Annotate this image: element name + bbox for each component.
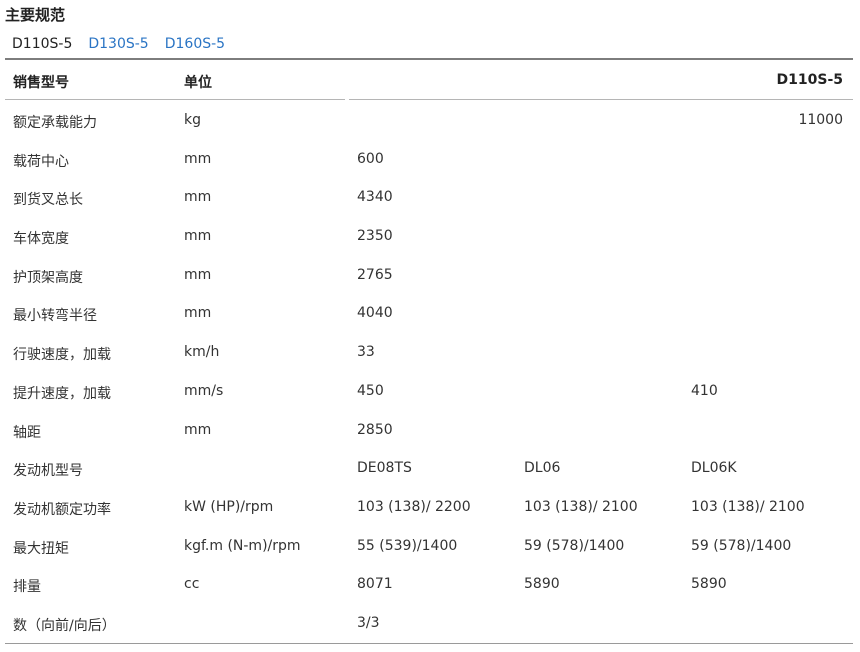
table-row: 发动机型号 DE08TS DL06 DL06K: [5, 449, 853, 488]
row-unit: mm: [184, 150, 212, 167]
table-bottom-rule: [5, 643, 853, 644]
row-value-1: 55 (539)/1400: [357, 537, 458, 554]
row-label: 排量: [13, 579, 41, 596]
row-value-2: 59 (578)/1400: [524, 537, 625, 554]
row-label: 数（向前/向后）: [13, 617, 116, 634]
table-row: 最大扭矩 kgf.m (N-m)/rpm 55 (539)/1400 59 (578)…: [5, 527, 853, 566]
row-value-3: 5890: [691, 576, 727, 593]
table-row: 排量 cc 8071 5890 5890: [5, 565, 853, 604]
table-header: 销售型号 单位 D110S-5: [5, 60, 853, 100]
row-value-1: 3/3: [357, 614, 380, 631]
row-value-1: 33: [357, 344, 375, 361]
row-value-2: 103 (138)/ 2100: [524, 498, 638, 515]
row-label: 最小转弯半径: [13, 308, 97, 325]
table-row: 数（向前/向后） 3/3: [5, 604, 853, 643]
row-label: 轴距: [13, 424, 41, 441]
row-unit: mm/s: [184, 382, 224, 399]
row-value-1: 103 (138)/ 2200: [357, 498, 471, 515]
tab-d130s-5[interactable]: D130S-5: [88, 36, 148, 54]
row-value-1: 2850: [357, 421, 393, 438]
row-value-1: 2350: [357, 228, 393, 245]
row-unit: mm: [184, 266, 212, 283]
row-label: 发动机额定功率: [13, 501, 111, 518]
row-label: 最大扭矩: [13, 540, 69, 557]
row-unit: kg: [184, 112, 201, 128]
tab-d110s-5[interactable]: D110S-5: [12, 36, 72, 54]
row-label: 到货叉总长: [13, 192, 83, 209]
row-unit: kW (HP)/rpm: [184, 498, 274, 515]
row-value-1: 450: [357, 382, 384, 399]
row-label: 发动机型号: [13, 463, 83, 480]
row-value-1: 8071: [357, 576, 393, 593]
table-row: 车体宽度 mm 2350: [5, 217, 853, 256]
row-label: 额定承载能力: [13, 115, 97, 131]
row-unit: cc: [184, 576, 200, 593]
row-value-1: DE08TS: [357, 460, 412, 477]
row-label: 车体宽度: [13, 231, 69, 248]
table-row: 额定承载能力 kg 11000: [5, 101, 853, 140]
row-unit: mm: [184, 305, 212, 322]
header-model-label: 销售型号: [13, 75, 69, 91]
row-value-3: 103 (138)/ 2100: [691, 498, 805, 515]
spec-table-body: 额定承载能力 kg 11000 载荷中心 mm 600 到货叉总长 mm 4340 车体宽度…: [5, 101, 853, 643]
header-divider-right: [349, 99, 853, 100]
row-unit: mm: [184, 421, 212, 438]
table-row: 载荷中心 mm 600: [5, 140, 853, 179]
row-unit: mm: [184, 189, 212, 206]
row-value-2: DL06: [524, 460, 561, 477]
table-row: 发动机额定功率 kW (HP)/rpm 103 (138)/ 2200 103 (13…: [5, 488, 853, 527]
row-value-1: 4340: [357, 189, 393, 206]
row-value-1: 4040: [357, 305, 393, 322]
row-value-3: 59 (578)/1400: [691, 537, 792, 554]
page-title: 主要规范: [5, 6, 66, 24]
row-value: 11000: [798, 112, 843, 128]
row-label: 提升速度，加载: [13, 385, 111, 402]
row-unit: kgf.m (N-m)/rpm: [184, 537, 301, 554]
row-value-2: 5890: [524, 576, 560, 593]
row-label: 护顶架高度: [13, 269, 83, 286]
table-row: 轴距 mm 2850: [5, 411, 853, 450]
table-row: 护顶架高度 mm 2765: [5, 256, 853, 295]
row-value-1: 600: [357, 150, 384, 167]
row-value-1: 2765: [357, 266, 393, 283]
row-value-3: DL06K: [691, 460, 737, 477]
header-divider-left: [5, 99, 345, 100]
model-tabs: D110S-5 D130S-5 D160S-5: [12, 36, 225, 54]
row-label: 行驶速度，加载: [13, 347, 111, 364]
row-unit: km/h: [184, 344, 220, 361]
header-unit-label: 单位: [184, 75, 212, 91]
table-row: 最小转弯半径 mm 4040: [5, 294, 853, 333]
header-model-value: D110S-5: [776, 72, 843, 88]
row-value-3: 410: [691, 382, 718, 399]
row-label: 载荷中心: [13, 153, 69, 170]
table-row: 提升速度，加载 mm/s 450 410: [5, 372, 853, 411]
tab-d160s-5[interactable]: D160S-5: [165, 36, 225, 54]
table-row: 行驶速度，加载 km/h 33: [5, 333, 853, 372]
table-row: 到货叉总长 mm 4340: [5, 178, 853, 217]
row-unit: mm: [184, 228, 212, 245]
